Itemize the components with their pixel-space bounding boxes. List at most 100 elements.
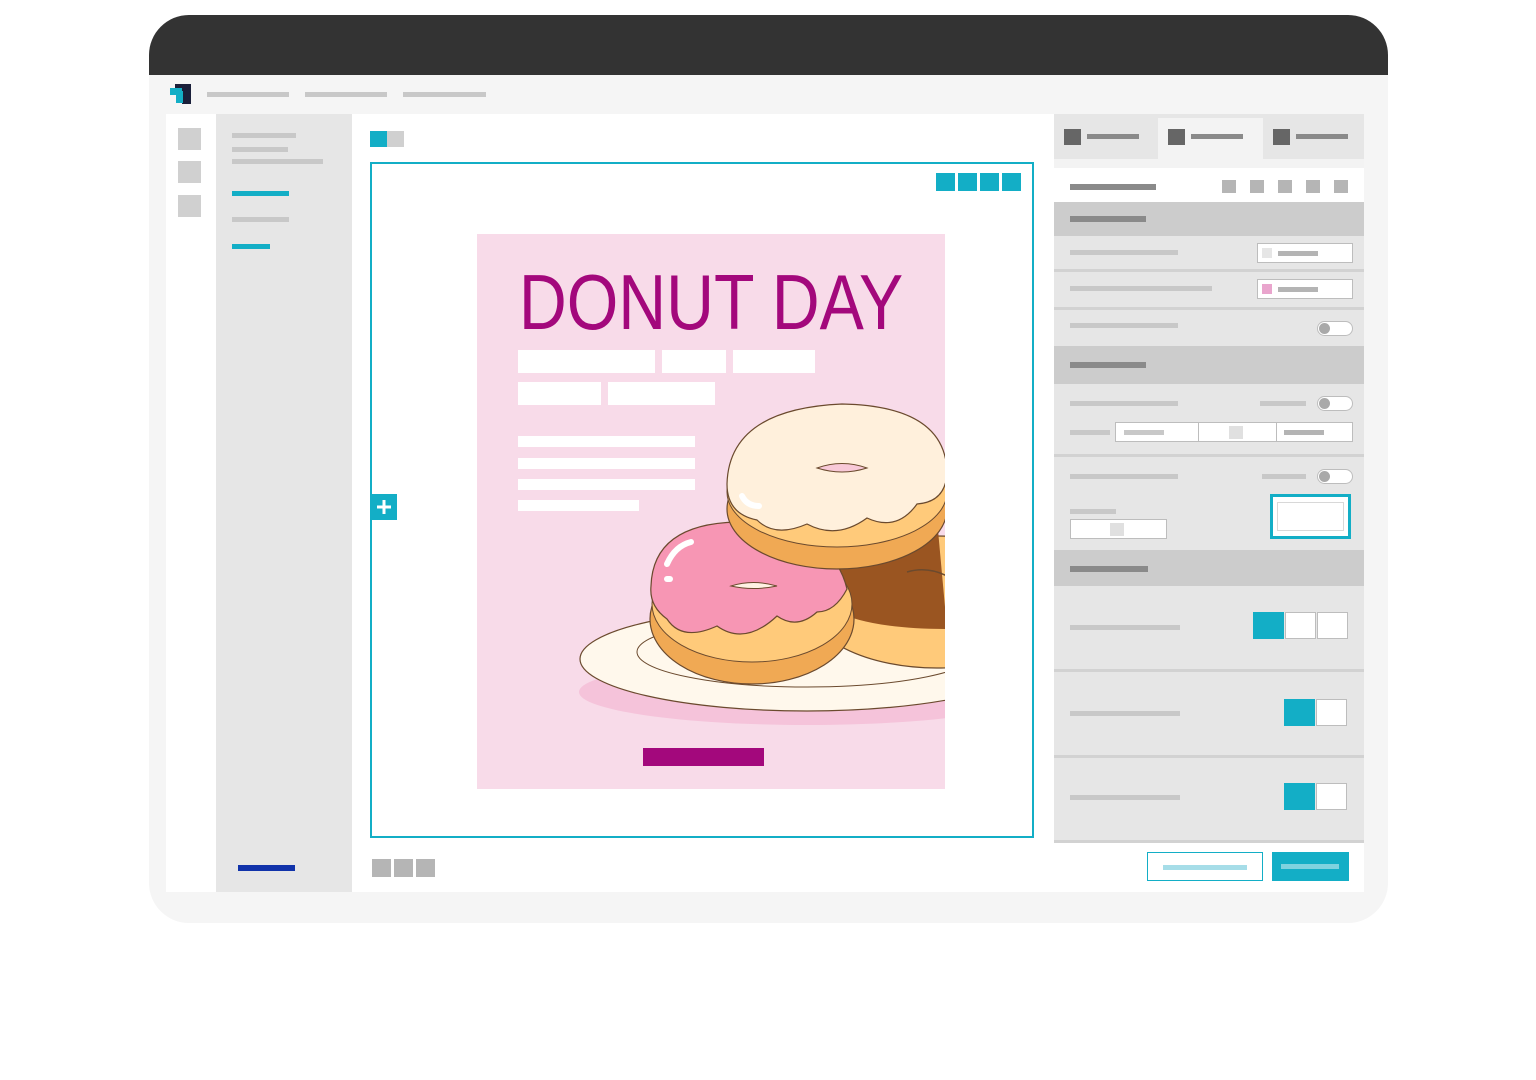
segment-option-2[interactable] bbox=[1285, 612, 1316, 639]
format-button-1[interactable] bbox=[1222, 180, 1236, 193]
property-label bbox=[1070, 401, 1178, 406]
rail-icon-3[interactable] bbox=[178, 195, 201, 217]
toggle-switch[interactable] bbox=[1317, 321, 1353, 336]
property-row bbox=[1054, 272, 1364, 307]
input-stepper[interactable] bbox=[1110, 523, 1124, 536]
property-row bbox=[1054, 672, 1364, 755]
frame-tool-1[interactable] bbox=[936, 173, 955, 191]
page-thumb-1[interactable] bbox=[372, 859, 391, 877]
property-label bbox=[1070, 795, 1180, 800]
tab-icon bbox=[1168, 129, 1185, 145]
tab-label bbox=[1087, 134, 1139, 139]
poster[interactable]: DONUT DAY bbox=[477, 234, 945, 789]
panel-bottom-link[interactable] bbox=[238, 865, 295, 871]
view-toggle[interactable] bbox=[387, 131, 404, 147]
segment-option-1[interactable] bbox=[1284, 699, 1315, 726]
format-button-2[interactable] bbox=[1250, 180, 1264, 193]
property-group bbox=[1054, 457, 1364, 555]
donuts-on-plate-illustration bbox=[579, 403, 945, 725]
property-hint bbox=[1260, 401, 1306, 406]
format-button-4[interactable] bbox=[1306, 180, 1320, 193]
property-label bbox=[1070, 323, 1178, 328]
input-stepper[interactable] bbox=[1229, 426, 1243, 439]
segment-option-1[interactable] bbox=[1284, 783, 1315, 810]
property-row bbox=[1054, 236, 1364, 269]
panel-link-secondary[interactable] bbox=[232, 244, 270, 249]
apply-button[interactable] bbox=[1272, 852, 1349, 881]
tab-icon bbox=[1273, 129, 1290, 145]
add-block-button[interactable] bbox=[371, 494, 397, 520]
menu-item-2[interactable] bbox=[305, 92, 387, 97]
canvas-area: DONUT DAY bbox=[352, 114, 1054, 892]
frame-tool-2[interactable] bbox=[958, 173, 977, 191]
property-label bbox=[1070, 711, 1180, 716]
section-header[interactable] bbox=[1054, 346, 1364, 384]
property-label bbox=[1070, 430, 1110, 435]
input-value bbox=[1284, 430, 1324, 435]
property-label bbox=[1070, 250, 1178, 255]
app-logo-icon[interactable] bbox=[169, 83, 193, 107]
property-row bbox=[1054, 586, 1364, 669]
panel-link[interactable] bbox=[232, 217, 289, 222]
page-thumb-3[interactable] bbox=[416, 859, 435, 877]
segment-option-2[interactable] bbox=[1316, 699, 1347, 726]
color-value bbox=[1278, 251, 1318, 256]
property-label bbox=[1070, 625, 1180, 630]
tab-2-active[interactable] bbox=[1158, 118, 1263, 159]
menu-item-1[interactable] bbox=[207, 92, 289, 97]
cancel-button-label bbox=[1163, 865, 1247, 870]
color-swatch bbox=[1262, 284, 1272, 294]
rail-icon-2[interactable] bbox=[178, 161, 201, 183]
property-label bbox=[1070, 509, 1116, 514]
property-label bbox=[1070, 474, 1178, 479]
toolbar-title bbox=[1070, 184, 1156, 190]
apply-button-label bbox=[1281, 864, 1339, 869]
segment-option-1[interactable] bbox=[1253, 612, 1284, 639]
color-preview-selected[interactable] bbox=[1270, 494, 1351, 539]
panel-heading bbox=[232, 133, 296, 138]
frame-tool-4[interactable] bbox=[1002, 173, 1021, 191]
frame-tool-3[interactable] bbox=[980, 173, 999, 191]
section-title bbox=[1070, 216, 1146, 222]
menu-item-3[interactable] bbox=[403, 92, 486, 97]
format-button-3[interactable] bbox=[1278, 180, 1292, 193]
tab-1[interactable] bbox=[1054, 114, 1157, 159]
view-toggle-active[interactable] bbox=[370, 131, 387, 147]
property-label bbox=[1070, 286, 1212, 291]
color-value bbox=[1278, 287, 1318, 292]
poster-cta-button[interactable] bbox=[643, 748, 764, 766]
segment-option-2[interactable] bbox=[1316, 783, 1347, 810]
device-top-bezel bbox=[149, 15, 1388, 75]
left-panel bbox=[216, 114, 352, 892]
divider bbox=[1054, 840, 1364, 843]
panel-link-active[interactable] bbox=[232, 191, 289, 196]
device-frame: DONUT DAY bbox=[149, 15, 1388, 923]
input-divider bbox=[1198, 423, 1199, 441]
page-thumb-2[interactable] bbox=[394, 859, 413, 877]
format-button-5[interactable] bbox=[1334, 180, 1348, 193]
tab-label bbox=[1296, 134, 1348, 139]
color-swatch bbox=[1262, 248, 1272, 258]
tab-label bbox=[1191, 134, 1243, 139]
panel-description bbox=[232, 159, 323, 164]
section-title bbox=[1070, 566, 1148, 572]
input-divider bbox=[1276, 423, 1277, 441]
property-row bbox=[1054, 310, 1364, 346]
toggle-switch[interactable] bbox=[1317, 396, 1353, 411]
color-preview-inner bbox=[1277, 502, 1344, 531]
property-group bbox=[1054, 384, 1364, 454]
tab-3[interactable] bbox=[1263, 114, 1364, 159]
input-field[interactable] bbox=[1070, 519, 1167, 539]
color-field[interactable] bbox=[1257, 243, 1353, 263]
icon-rail bbox=[166, 114, 216, 892]
segment-option-3[interactable] bbox=[1317, 612, 1348, 639]
color-field[interactable] bbox=[1257, 279, 1353, 299]
section-header[interactable] bbox=[1054, 202, 1364, 236]
toggle-switch[interactable] bbox=[1317, 469, 1353, 484]
section-title bbox=[1070, 362, 1146, 368]
section-header[interactable] bbox=[1054, 550, 1364, 586]
multi-input[interactable] bbox=[1115, 422, 1353, 442]
cancel-button[interactable] bbox=[1147, 852, 1263, 881]
plus-icon bbox=[377, 500, 391, 514]
rail-icon-1[interactable] bbox=[178, 128, 201, 150]
